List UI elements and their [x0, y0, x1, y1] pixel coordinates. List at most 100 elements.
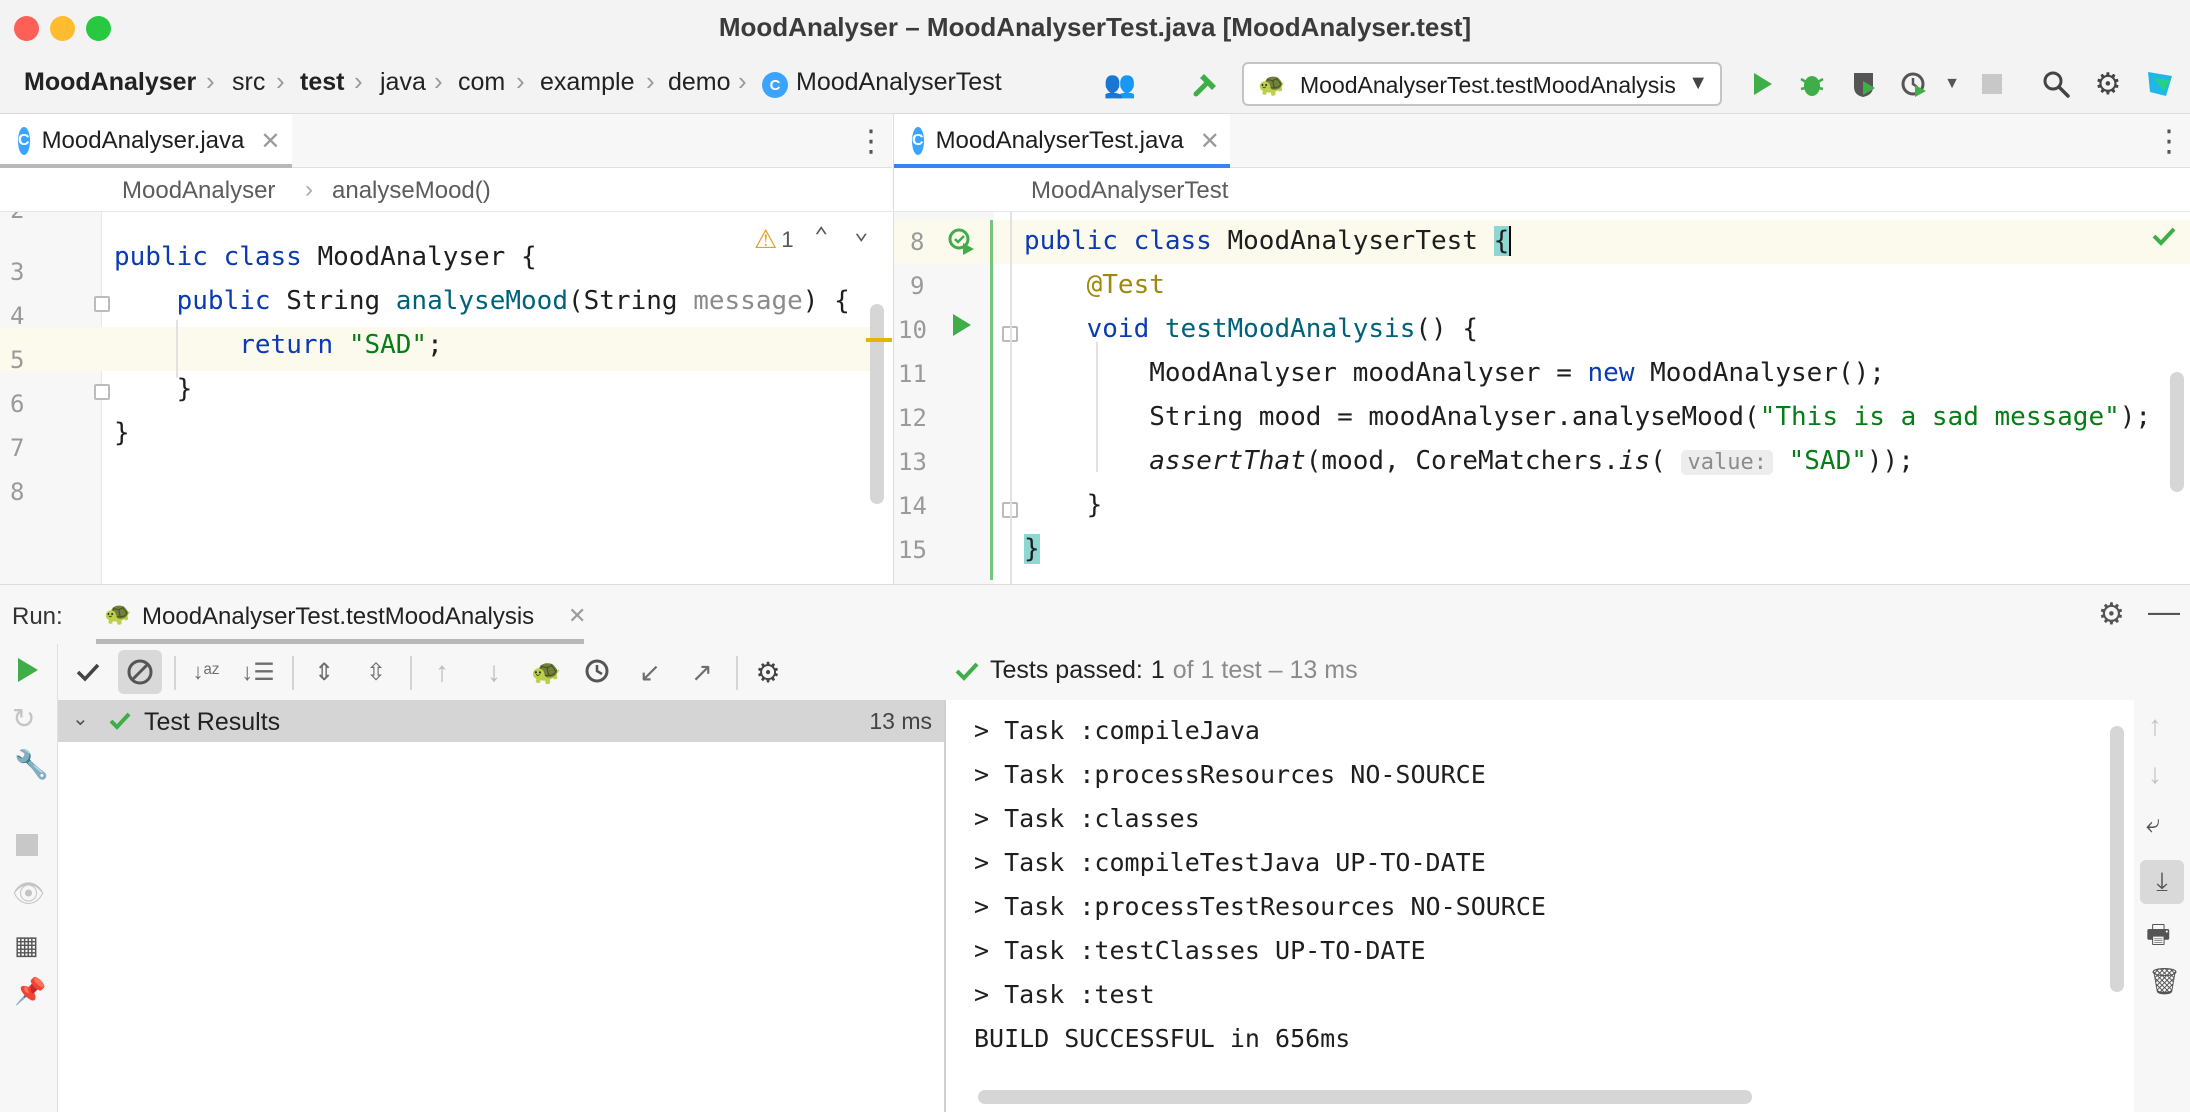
- expand-all-icon[interactable]: ⇕: [304, 652, 344, 692]
- soft-wrap-icon[interactable]: ⤶: [2146, 808, 2161, 840]
- code-line: }: [1024, 534, 1040, 564]
- run-test-method-icon[interactable]: [950, 312, 974, 344]
- vertical-scrollbar[interactable]: [870, 304, 884, 504]
- vertical-scrollbar[interactable]: [2170, 372, 2184, 492]
- breadcrumb-src[interactable]: src: [232, 68, 265, 97]
- gear-icon[interactable]: ⚙: [2098, 597, 2125, 632]
- no-problems-check-icon[interactable]: [2150, 222, 2178, 256]
- pass-check-icon: [109, 712, 131, 730]
- run-icon[interactable]: [1742, 64, 1782, 104]
- fold-marker-icon[interactable]: [94, 296, 110, 312]
- import-tests-icon[interactable]: ↙: [630, 652, 670, 692]
- more-run-options-icon[interactable]: ▼: [1932, 64, 1972, 104]
- console-line: BUILD SUCCESSFUL in 656ms: [974, 1024, 1351, 1053]
- profiler-icon[interactable]: [1894, 64, 1934, 104]
- run-test-class-icon[interactable]: [946, 226, 976, 262]
- sort-alphabetically-icon[interactable]: ↓ᵃᶻ: [186, 652, 226, 692]
- breadcrumb-example[interactable]: example: [540, 68, 635, 97]
- chevron-down-icon[interactable]: ⌄: [72, 706, 89, 731]
- breadcrumb-com[interactable]: com: [458, 68, 505, 97]
- left-code-editor[interactable]: 2 3 4 5 6 7 8 public class MoodAnalyser …: [0, 212, 892, 584]
- test-settings-gear-icon[interactable]: ⚙: [748, 652, 788, 692]
- eye-icon[interactable]: 👁: [12, 878, 45, 909]
- coverage-gutter-bar: [990, 220, 993, 580]
- next-failed-test-icon[interactable]: ↓: [474, 652, 514, 692]
- search-icon[interactable]: [2036, 64, 2076, 104]
- sort-by-duration-icon[interactable]: ↓☰: [238, 652, 278, 692]
- close-tab-icon[interactable]: ✕: [1200, 127, 1220, 156]
- breadcrumb-separator: ›: [516, 66, 525, 96]
- console-line: > Task :compileTestJava UP-TO-DATE: [974, 848, 1486, 877]
- coverage-icon[interactable]: [1844, 64, 1884, 104]
- close-tab-icon[interactable]: ✕: [568, 603, 586, 629]
- show-passed-check-icon[interactable]: [68, 652, 108, 692]
- previous-highlight-icon[interactable]: ⌃: [814, 222, 828, 250]
- collapse-all-icon[interactable]: ⇳: [356, 652, 396, 692]
- line-number: 14: [898, 492, 927, 520]
- status-prefix: Tests passed:: [990, 656, 1143, 684]
- vcs-user-icon[interactable]: 👥: [1100, 64, 1140, 104]
- build-hammer-icon[interactable]: [1186, 64, 1226, 104]
- breadcrumb-demo[interactable]: demo: [668, 68, 731, 97]
- line-number: 13: [898, 448, 927, 476]
- export-test-results-icon[interactable]: ↗: [682, 652, 722, 692]
- run-configuration-select[interactable]: 🐢 MoodAnalyserTest.testMoodAnalysis ▼: [1242, 62, 1722, 106]
- line-number: 9: [910, 272, 925, 300]
- right-editor-tabbar: C MoodAnalyserTest.java ✕ ⋮: [893, 114, 2190, 168]
- right-code-editor[interactable]: 8 9 10 11 12 13 14 15 public class MoodA…: [893, 212, 2190, 584]
- rerun-failed-icon[interactable]: ↻: [12, 702, 35, 735]
- minimize-panel-icon[interactable]: —: [2148, 593, 2180, 630]
- trash-icon[interactable]: 🗑: [2148, 966, 2181, 997]
- print-icon[interactable]: 🖶: [2146, 916, 2171, 960]
- rerun-icon[interactable]: [14, 654, 42, 693]
- test-results-tree[interactable]: ⌄ Test Results 13 ms: [58, 700, 946, 1112]
- previous-failed-test-icon[interactable]: ↑: [422, 652, 462, 692]
- breadcrumb-test[interactable]: test: [300, 68, 344, 97]
- status-count: 1: [1150, 656, 1165, 684]
- fold-marker-icon[interactable]: [94, 384, 110, 400]
- console-right-toolbar: ↑ ↓ ⤶ ⤓ 🖶 🗑: [2134, 700, 2190, 1112]
- horizontal-scrollbar[interactable]: [978, 1090, 1752, 1104]
- stop-icon[interactable]: [16, 834, 38, 856]
- debug-icon[interactable]: [1792, 64, 1832, 104]
- up-arrow-icon[interactable]: ↑: [2148, 710, 2162, 742]
- code-line: }: [114, 374, 193, 404]
- scroll-to-end-icon[interactable]: ⤓: [2140, 860, 2184, 904]
- next-highlight-icon[interactable]: ⌃: [854, 218, 868, 246]
- breadcrumb-class[interactable]: MoodAnalyserTest: [796, 68, 1002, 97]
- line-number: 2: [10, 212, 24, 224]
- breadcrumb-method[interactable]: analyseMood(): [332, 177, 491, 205]
- breadcrumb-class[interactable]: MoodAnalyserTest: [1031, 177, 1228, 205]
- code-line: assertThat(mood, CoreMatchers.is( value:…: [1149, 446, 1914, 476]
- breadcrumb-separator: ›: [646, 66, 655, 96]
- layout-icon[interactable]: ▦: [14, 930, 39, 961]
- breadcrumb-java[interactable]: java: [380, 68, 426, 97]
- down-arrow-icon[interactable]: ↓: [2148, 758, 2162, 790]
- line-number: 6: [10, 390, 25, 418]
- pin-icon[interactable]: 📌: [14, 976, 46, 1007]
- vertical-scrollbar[interactable]: [2110, 726, 2124, 992]
- show-ignored-icon[interactable]: [118, 650, 162, 694]
- tree-row-test-results[interactable]: ⌄ Test Results 13 ms: [58, 700, 944, 742]
- console-line: > Task :processTestResources NO-SOURCE: [974, 892, 1546, 921]
- console-output[interactable]: > Task :compileJava > Task :processResou…: [948, 700, 2134, 1112]
- toolbox-logo-icon[interactable]: [2140, 64, 2180, 104]
- close-tab-icon[interactable]: ✕: [260, 127, 280, 156]
- tab-moodanalysertest-java[interactable]: C MoodAnalyserTest.java ✕: [894, 114, 1230, 168]
- code-line: MoodAnalyser moodAnalyser = new MoodAnal…: [1024, 358, 1885, 388]
- parameter-hint: value:: [1681, 450, 1773, 475]
- breadcrumb-class[interactable]: MoodAnalyser: [122, 177, 275, 205]
- run-tab-label[interactable]: MoodAnalyserTest.testMoodAnalysis: [142, 603, 534, 631]
- warning-stripe-marker[interactable]: [866, 338, 892, 342]
- gear-icon[interactable]: ⚙: [2088, 64, 2128, 104]
- stop-icon[interactable]: [1972, 64, 2012, 104]
- breadcrumb-separator: ›: [305, 176, 313, 203]
- tab-moodanalyser-java[interactable]: C MoodAnalyser.java ✕: [0, 114, 292, 168]
- wrench-icon[interactable]: 🔧: [14, 748, 49, 781]
- breadcrumb-project[interactable]: MoodAnalyser: [24, 68, 196, 97]
- rerun-automatically-icon[interactable]: 🐢: [526, 652, 566, 692]
- warnings-indicator[interactable]: ⚠ 1: [754, 224, 794, 255]
- more-options-icon[interactable]: ⋮: [856, 124, 886, 159]
- more-options-icon[interactable]: ⋮: [2154, 124, 2184, 159]
- test-history-icon[interactable]: [578, 652, 618, 692]
